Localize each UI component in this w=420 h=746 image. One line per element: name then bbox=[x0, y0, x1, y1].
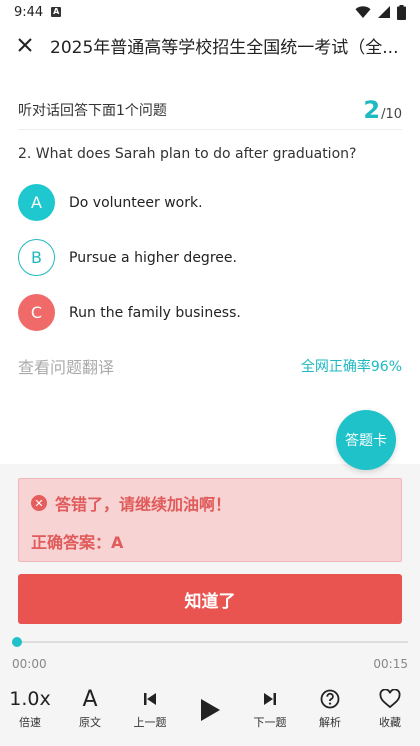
skip-back-icon bbox=[144, 693, 156, 705]
original-label: 原文 bbox=[79, 716, 101, 729]
player-toolbar: 1.0x 倍速 A 原文 上一题 下一题 解析 收藏 bbox=[0, 686, 420, 734]
close-button[interactable] bbox=[0, 28, 50, 62]
wrong-message: 答错了，请继续加油啊！ bbox=[55, 495, 232, 514]
font-icon: A bbox=[82, 686, 98, 712]
got-it-button[interactable]: 知道了 bbox=[18, 574, 402, 624]
question-current: 2 bbox=[363, 95, 381, 124]
question-header: 听对话回答下面1个问题 2 /10 bbox=[18, 90, 402, 130]
correct-rate: 全网正确率96% bbox=[300, 359, 402, 375]
option-text: Run the family business. bbox=[69, 304, 241, 321]
question-counter: 2 /10 bbox=[363, 96, 402, 124]
time-start: 00:00 bbox=[12, 657, 47, 671]
feedback-box: ✕ 答错了，请继续加油啊！ 正确答案：A bbox=[18, 478, 402, 562]
audio-progress[interactable] bbox=[12, 637, 408, 647]
question-text: 2. What does Sarah plan to do after grad… bbox=[18, 146, 357, 162]
option-a[interactable]: A Do volunteer work. bbox=[18, 184, 402, 221]
prev-label: 上一题 bbox=[133, 716, 167, 729]
bottom-sheet: ✕ 答错了，请继续加油啊！ 正确答案：A 知道了 00:00 00:15 1.0… bbox=[0, 464, 420, 746]
wifi-icon bbox=[355, 6, 371, 18]
option-letter: B bbox=[18, 239, 55, 276]
correct-answer: 正确答案：A bbox=[31, 533, 124, 552]
next-question-button[interactable]: 下一题 bbox=[240, 686, 300, 734]
option-b[interactable]: B Pursue a higher degree. bbox=[18, 239, 402, 276]
question-instruction: 听对话回答下面1个问题 bbox=[18, 102, 167, 119]
close-icon bbox=[18, 38, 32, 52]
favorite-button[interactable]: 收藏 bbox=[360, 686, 420, 734]
status-left: 9:44 A bbox=[14, 4, 62, 20]
answer-card-button[interactable]: 答题卡 bbox=[336, 410, 396, 470]
option-c[interactable]: C Run the family business. bbox=[18, 294, 402, 331]
translation-row: 查看问题翻译 全网正确率96% bbox=[18, 354, 402, 378]
error-icon: ✕ bbox=[31, 495, 47, 511]
speed-label: 倍速 bbox=[19, 716, 41, 729]
time-end: 00:15 bbox=[373, 657, 408, 671]
battery-icon bbox=[397, 4, 406, 20]
option-letter: A bbox=[18, 184, 55, 221]
skip-forward-icon bbox=[264, 693, 276, 705]
page-title: 2025年普通高等学校招生全国统一考试（全... bbox=[50, 37, 399, 58]
progress-knob[interactable] bbox=[12, 637, 22, 647]
play-icon bbox=[201, 699, 220, 721]
status-time: 9:44 bbox=[14, 4, 44, 20]
speed-button[interactable]: 1.0x 倍速 bbox=[0, 686, 60, 734]
notification-icon: A bbox=[51, 7, 62, 17]
option-text: Pursue a higher degree. bbox=[69, 249, 237, 266]
status-bar: 9:44 A bbox=[0, 0, 420, 24]
play-button[interactable] bbox=[180, 686, 240, 734]
analysis-button[interactable]: 解析 bbox=[300, 686, 360, 734]
view-translation-link[interactable]: 查看问题翻译 bbox=[18, 354, 114, 378]
speed-value: 1.0x bbox=[9, 688, 51, 710]
question-total: /10 bbox=[381, 106, 402, 122]
prev-question-button[interactable]: 上一题 bbox=[120, 686, 180, 734]
next-label: 下一题 bbox=[253, 716, 287, 729]
wrong-message-row: ✕ 答错了，请继续加油啊！ bbox=[31, 491, 389, 515]
option-text: Do volunteer work. bbox=[69, 194, 203, 211]
option-letter: C bbox=[18, 294, 55, 331]
progress-track bbox=[12, 641, 408, 643]
help-circle-icon bbox=[320, 689, 340, 709]
options-list: A Do volunteer work. B Pursue a higher d… bbox=[18, 184, 402, 349]
heart-icon bbox=[379, 689, 401, 709]
status-right bbox=[355, 4, 406, 20]
analysis-label: 解析 bbox=[319, 716, 341, 729]
original-text-button[interactable]: A 原文 bbox=[60, 686, 120, 734]
signal-icon bbox=[378, 6, 390, 18]
favorite-label: 收藏 bbox=[379, 716, 401, 729]
header: 2025年普通高等学校招生全国统一考试（全... bbox=[0, 28, 420, 62]
